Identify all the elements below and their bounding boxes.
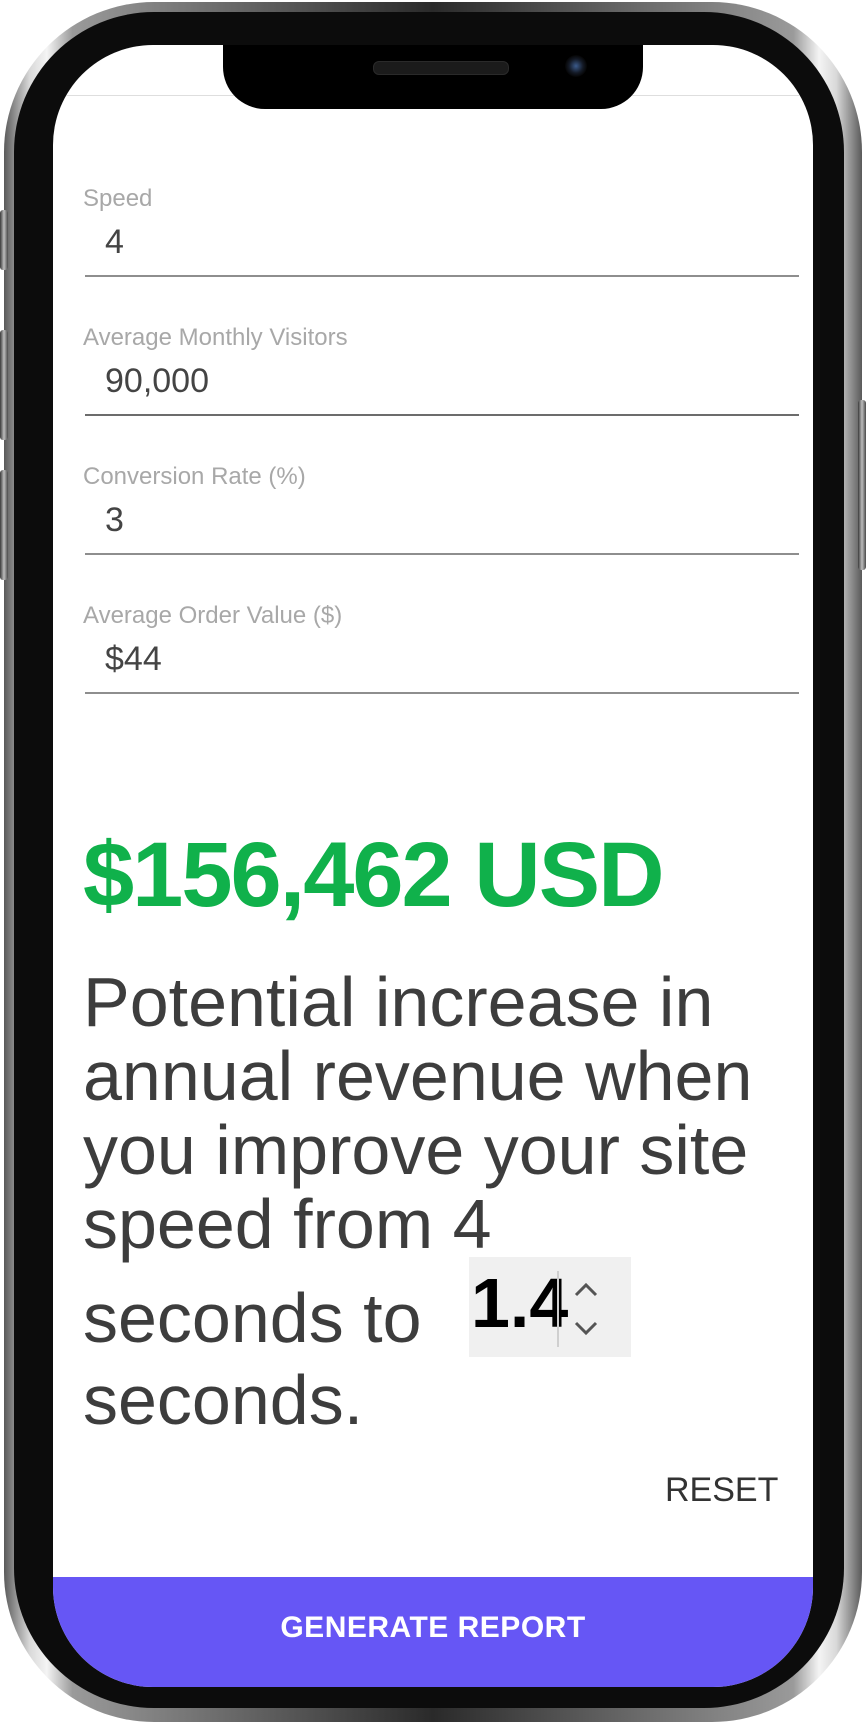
monthly-visitors-label: Average Monthly Visitors — [83, 324, 348, 351]
order-value-label: Average Order Value ($) — [83, 602, 343, 629]
result-line-1: Potential increase in — [83, 963, 714, 1041]
conversion-rate-label: Conversion Rate (%) — [83, 463, 306, 490]
order-value-input[interactable]: $44 — [105, 640, 162, 679]
revenue-increase-amount: $156,462 USD — [83, 824, 665, 926]
front-camera — [565, 55, 587, 77]
result-line-6: seconds. — [83, 1361, 364, 1439]
result-line-2: annual revenue when — [83, 1037, 753, 1115]
device-mockup: Speed 4 Average Monthly Visitors 90,000 … — [0, 0, 866, 1726]
conversion-rate-underline — [85, 553, 799, 555]
app-screen: Speed 4 Average Monthly Visitors 90,000 … — [53, 45, 813, 1687]
text-caret — [557, 1271, 559, 1347]
speed-underline — [85, 275, 799, 277]
speaker-grille — [373, 61, 509, 75]
mute-switch — [0, 210, 8, 270]
chevron-down-icon[interactable] — [573, 1317, 599, 1339]
monthly-visitors-input[interactable]: 90,000 — [105, 362, 209, 401]
target-speed-value[interactable]: 1.4 — [471, 1263, 568, 1343]
order-value-underline — [85, 692, 799, 694]
chevron-up-icon[interactable] — [573, 1279, 599, 1301]
result-description: Potential increase in annual revenue whe… — [83, 965, 783, 1441]
result-line-4: speed from 4 — [83, 1185, 492, 1263]
conversion-rate-input[interactable]: 3 — [105, 501, 124, 540]
monthly-visitors-underline — [85, 414, 799, 416]
target-speed-stepper[interactable]: 1.4 — [469, 1257, 631, 1357]
phone-notch — [223, 45, 643, 109]
result-line-3: you improve your site — [83, 1111, 749, 1189]
power-button — [858, 400, 866, 570]
reset-button[interactable]: RESET — [665, 1471, 778, 1510]
result-line-5: seconds to — [83, 1279, 422, 1357]
volume-up-button — [0, 330, 8, 440]
generate-report-button[interactable]: GENERATE REPORT — [53, 1577, 813, 1687]
speed-label: Speed — [83, 185, 153, 212]
speed-input[interactable]: 4 — [105, 223, 124, 262]
volume-down-button — [0, 470, 8, 580]
